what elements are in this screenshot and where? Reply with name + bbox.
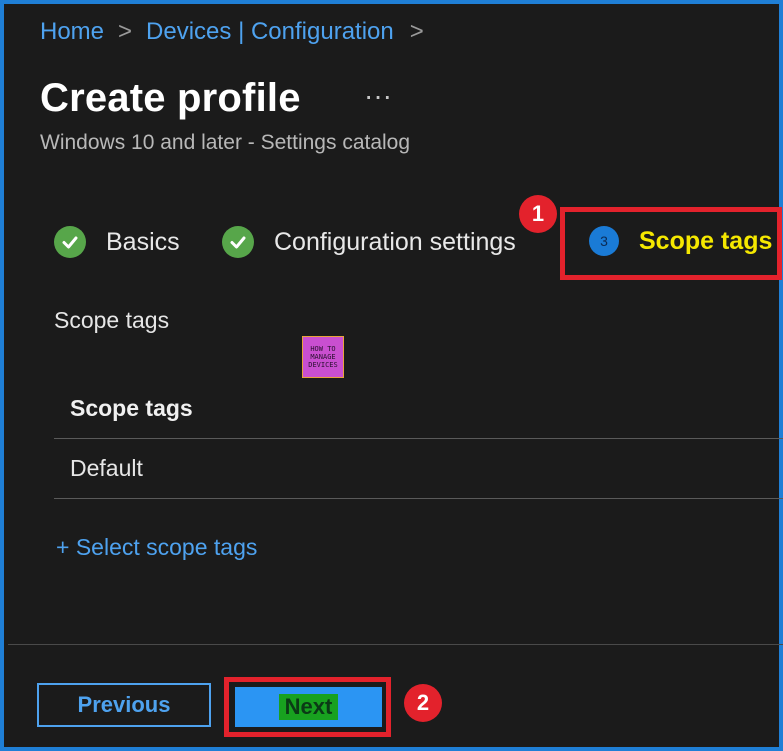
step-basics[interactable]: Basics	[54, 226, 180, 258]
table-header: Scope tags	[54, 378, 783, 439]
check-icon	[54, 226, 86, 258]
scope-tags-table: Scope tags Default	[54, 378, 783, 499]
more-options-icon[interactable]: ···	[364, 80, 392, 112]
check-icon	[222, 226, 254, 258]
step-configuration-settings[interactable]: Configuration settings	[222, 226, 516, 258]
step-label: Basics	[106, 227, 180, 256]
breadcrumb-separator: >	[409, 18, 424, 45]
callout-badge-1: 1	[519, 195, 557, 233]
select-scope-tags-link[interactable]: + Select scope tags	[56, 534, 257, 561]
next-button[interactable]: Next	[235, 687, 382, 727]
highlight-box-scope-tags	[560, 207, 782, 280]
page-subtitle: Windows 10 and later - Settings catalog	[40, 131, 411, 154]
section-label: Scope tags	[54, 307, 170, 333]
next-button-label: Next	[278, 694, 339, 720]
previous-button[interactable]: Previous	[37, 683, 211, 727]
breadcrumb-separator: >	[118, 18, 133, 45]
breadcrumb-devices-configuration[interactable]: Devices | Configuration	[146, 18, 394, 46]
step-label: Configuration settings	[274, 227, 516, 256]
page-title: Create profile	[40, 76, 301, 120]
app-frame: Home > Devices | Configuration > Create …	[0, 0, 783, 751]
watermark-logo: HOW TO MANAGE DEVICES	[302, 336, 344, 378]
breadcrumb: Home > Devices | Configuration >	[40, 18, 438, 46]
table-row: Default	[54, 439, 783, 499]
callout-badge-2: 2	[404, 684, 442, 722]
footer-divider	[8, 644, 783, 645]
breadcrumb-home[interactable]: Home	[40, 18, 104, 46]
